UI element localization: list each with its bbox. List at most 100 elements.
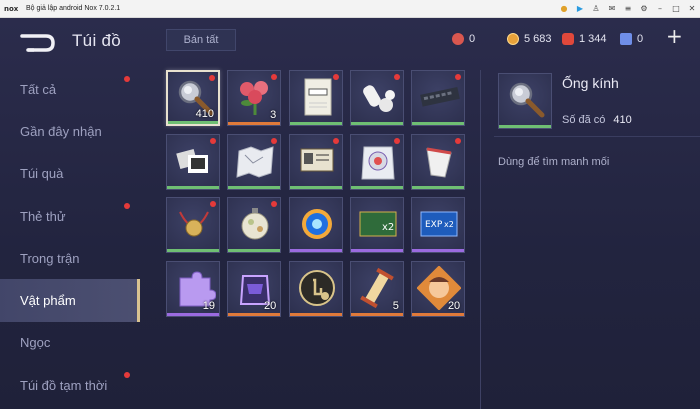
panel-divider xyxy=(480,70,481,409)
svg-text:x2: x2 xyxy=(382,222,394,233)
sidebar-item-label: Thẻ thử xyxy=(20,208,66,224)
sidebar-item-label: Gần đây nhận xyxy=(20,123,102,139)
notification-dot xyxy=(124,372,130,379)
sidebar-item-all[interactable]: Tất cả xyxy=(0,68,140,110)
back-arrow-icon[interactable] xyxy=(20,32,56,54)
item-slot[interactable] xyxy=(288,133,343,190)
emulator-title: Bộ giả lập android Nox 7.0.2.1 xyxy=(26,5,121,12)
rocket-icon[interactable]: ● xyxy=(556,0,572,18)
item-slot[interactable] xyxy=(411,70,466,126)
rarity-bar xyxy=(350,312,403,316)
owned-value: 410 xyxy=(613,114,632,126)
rarity-bar xyxy=(412,122,465,125)
item-count: 410 xyxy=(195,108,214,120)
sidebar-item-label: Ngọc xyxy=(20,335,51,351)
notification-dot xyxy=(210,137,216,144)
gear-icon[interactable]: ⚙ xyxy=(636,0,652,18)
nox-logo: nox xyxy=(4,4,19,13)
item-slot[interactable] xyxy=(349,70,404,126)
mail-icon[interactable]: ✉ xyxy=(604,0,620,18)
notification-dot xyxy=(393,137,400,144)
sell-all-button[interactable]: Bán tất xyxy=(166,29,236,51)
item-slot[interactable]: 3 xyxy=(227,70,282,126)
blue-orb-icon xyxy=(301,209,332,239)
item-count: 19 xyxy=(202,299,215,312)
detail-owned-row: Số đã có 410 xyxy=(562,114,632,126)
detail-item-icon xyxy=(498,73,552,129)
rarity-bar xyxy=(228,122,281,125)
item-count: 20 xyxy=(447,299,461,312)
sidebar-item-items[interactable]: Vật phẩm xyxy=(0,279,140,322)
sidebar-item-temp-bag[interactable]: Túi đồ tạm thời xyxy=(0,364,140,406)
play-icon[interactable]: ▶ xyxy=(572,0,588,18)
ornament-icon xyxy=(241,208,269,240)
rarity-bar xyxy=(412,312,465,316)
maximize-icon[interactable]: □ xyxy=(668,0,684,18)
red-gem-icon xyxy=(562,33,574,45)
id-card-icon xyxy=(300,148,334,171)
notification-dot xyxy=(210,201,216,207)
notification-dot xyxy=(209,75,215,81)
sidebar-item-recent[interactable]: Gần đây nhận xyxy=(0,110,140,152)
currency-heart: 0 xyxy=(452,29,475,49)
sidebar-item-label: Tất cả xyxy=(20,81,57,97)
owned-label: Số đã có xyxy=(562,114,606,126)
item-slot[interactable] xyxy=(166,133,220,190)
currency-value: 5 683 xyxy=(524,33,552,45)
detail-separator xyxy=(494,136,700,137)
item-slot[interactable]: 19 xyxy=(166,260,220,317)
sidebar-item-gems[interactable]: Ngọc xyxy=(0,322,140,364)
item-slot[interactable] xyxy=(227,133,282,190)
minimize-icon[interactable]: – xyxy=(652,0,668,18)
item-slot[interactable] xyxy=(288,197,343,253)
item-slot[interactable]: 5 xyxy=(349,260,404,317)
menu-icon[interactable]: ≡ xyxy=(620,0,636,18)
cup-icon xyxy=(426,147,452,178)
magnifier-icon xyxy=(509,82,545,118)
currency-gold: 5 683 xyxy=(507,29,552,49)
notification-dot xyxy=(393,74,400,80)
rarity-bar xyxy=(350,185,403,189)
user-icon[interactable]: ♙ xyxy=(588,0,604,18)
currency-gem: 1 344 xyxy=(562,29,607,49)
currency-value: 1 344 xyxy=(579,33,607,45)
item-slot[interactable]: 20 xyxy=(227,260,282,317)
item-slot[interactable]: 20 xyxy=(411,260,466,317)
blue-voucher-icon xyxy=(620,33,632,45)
hand-badge-icon xyxy=(298,269,335,306)
close-icon[interactable]: ✕ xyxy=(684,0,700,18)
rarity-bar xyxy=(167,249,219,252)
detail-description: Dùng để tìm manh mối xyxy=(498,156,610,168)
sidebar-item-in-match[interactable]: Trong trận xyxy=(0,237,140,279)
item-slot[interactable]: x2 xyxy=(349,197,404,253)
item-slot[interactable] xyxy=(288,260,343,317)
item-slot[interactable] xyxy=(349,133,404,190)
rarity-bar xyxy=(412,185,465,189)
item-slot[interactable] xyxy=(411,133,466,190)
notebook-icon xyxy=(304,78,332,116)
item-slot[interactable] xyxy=(166,197,220,253)
emulator-title-bar: nox Bộ giả lập android Nox 7.0.2.1 ● ▶ ♙… xyxy=(0,0,700,18)
gold-coin-icon xyxy=(507,33,519,45)
sidebar-item-trial-cards[interactable]: Thẻ thử xyxy=(0,195,140,237)
emulator-controls: ● ▶ ♙ ✉ ≡ ⚙ – □ ✕ xyxy=(556,0,700,18)
photos-icon xyxy=(176,148,208,173)
rarity-bar xyxy=(289,185,342,189)
keyboard-icon xyxy=(420,86,460,107)
notification-dot xyxy=(124,202,130,209)
item-slot[interactable] xyxy=(288,70,343,126)
rarity-bar xyxy=(289,122,342,125)
rarity-bar xyxy=(350,122,403,125)
item-count: 5 xyxy=(392,299,399,312)
add-button[interactable]: + xyxy=(666,24,683,48)
item-slot[interactable] xyxy=(227,197,282,253)
item-slot[interactable]: EXP x2 xyxy=(411,197,466,253)
rarity-bar xyxy=(412,249,465,252)
exp-x2-card-icon: EXP x2 xyxy=(420,211,458,237)
item-slot[interactable]: 410 xyxy=(166,70,220,126)
sidebar-item-gift-bags[interactable]: Túi quà xyxy=(0,153,140,195)
currency-value: 0 xyxy=(469,33,476,45)
sidebar-item-label: Túi đồ tạm thời xyxy=(20,377,108,393)
rarity-bar xyxy=(499,125,551,128)
pills-icon xyxy=(363,85,395,112)
